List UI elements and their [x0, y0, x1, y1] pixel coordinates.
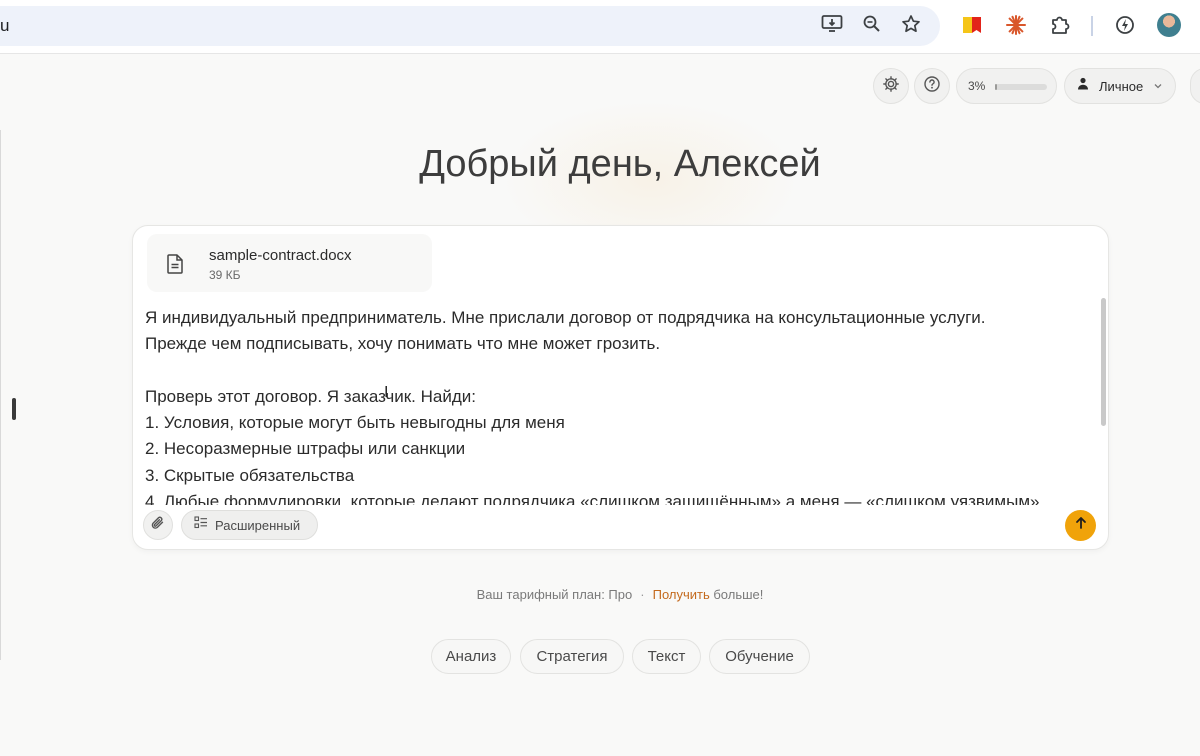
usage-progress-track	[995, 84, 1047, 90]
attachment-card[interactable]: sample-contract.docx 39 КБ	[147, 234, 432, 292]
help-button[interactable]	[914, 68, 950, 104]
greeting-title: Добрый день, Алексей	[419, 143, 821, 185]
list-settings-icon	[194, 516, 208, 534]
prompt-line	[145, 358, 1095, 384]
mode-selector-button[interactable]: Расширенный	[181, 510, 318, 540]
prompt-line: 1. Условия, которые могут быть невыгодны…	[145, 413, 565, 433]
upgrade-link-strong: Получить	[652, 587, 710, 602]
toolbar-separator	[1091, 16, 1093, 36]
zoom-icon[interactable]	[861, 13, 883, 35]
attach-file-button[interactable]	[143, 510, 173, 540]
usage-meter[interactable]: 3%	[956, 68, 1057, 104]
sidebar-resize-handle[interactable]	[12, 398, 16, 420]
prompt-line: Прежде чем подписывать, хочу понимать чт…	[145, 334, 661, 354]
chip-learning[interactable]: Обучение	[709, 639, 810, 674]
top-controls: 3% Личное	[0, 68, 1200, 104]
performance-icon[interactable]	[1113, 13, 1137, 37]
text-cursor-icon: I	[384, 384, 389, 401]
bookmark-star-icon[interactable]	[900, 13, 922, 35]
profile-label: Личное	[1099, 78, 1144, 94]
help-icon	[923, 75, 941, 98]
send-button[interactable]	[1065, 510, 1096, 541]
person-icon	[1077, 77, 1089, 95]
extra-control-button[interactable]	[1190, 68, 1200, 104]
document-icon	[167, 254, 183, 279]
gear-icon	[882, 75, 900, 98]
chip-text[interactable]: Текст	[632, 639, 701, 674]
prompt-line: 3. Скрытые обязательства	[145, 465, 355, 485]
message-composer: sample-contract.docx 39 КБ Я индивидуаль…	[132, 225, 1109, 550]
mode-label: Расширенный	[215, 517, 301, 533]
prompt-line: Я индивидуальный предприниматель. Мне пр…	[145, 308, 986, 327]
sidebar-edge	[0, 130, 1, 660]
prompt-line: Проверь этот договор. Я заказчик. Найди:	[145, 386, 476, 406]
address-bar[interactable]: u	[0, 6, 940, 46]
usage-progress-fill	[995, 84, 997, 90]
chip-analysis[interactable]: Анализ	[431, 639, 511, 674]
usage-percent: 3%	[968, 79, 986, 93]
extension-spark-icon[interactable]	[1004, 13, 1028, 37]
attachment-file-name: sample-contract.docx	[209, 247, 352, 264]
profile-selector[interactable]: Личное	[1064, 68, 1176, 104]
profile-avatar[interactable]	[1157, 13, 1181, 37]
extension-red-yellow-icon[interactable]	[960, 13, 984, 37]
upgrade-link[interactable]: Получить больше!	[653, 587, 764, 602]
plan-info: Ваш тарифный план: Про · Получить больше!	[0, 587, 1200, 602]
address-bar-text: u	[0, 16, 10, 35]
prompt-scrollbar[interactable]	[1101, 298, 1106, 426]
attachment-file-size: 39 КБ	[209, 268, 241, 282]
prompt-textarea[interactable]: Я индивидуальный предприниматель. Мне пр…	[145, 305, 1095, 505]
extensions-puzzle-icon[interactable]	[1048, 13, 1072, 37]
browser-toolbar: u	[0, 0, 1200, 54]
upgrade-link-rest: больше!	[709, 587, 764, 602]
chevron-down-icon	[1153, 77, 1163, 95]
paperclip-icon	[150, 515, 166, 536]
chip-strategy[interactable]: Стратегия	[520, 639, 624, 674]
prompt-line: 2. Несоразмерные штрафы или санкции	[145, 439, 466, 459]
plan-text: Ваш тарифный план: Про	[476, 587, 633, 602]
prompt-line: 4. Любые формулировки, которые делают по…	[145, 492, 1040, 505]
plan-separator: ·	[640, 587, 645, 602]
arrow-up-icon	[1074, 516, 1088, 535]
install-app-icon[interactable]	[821, 13, 843, 35]
settings-button[interactable]	[873, 68, 909, 104]
